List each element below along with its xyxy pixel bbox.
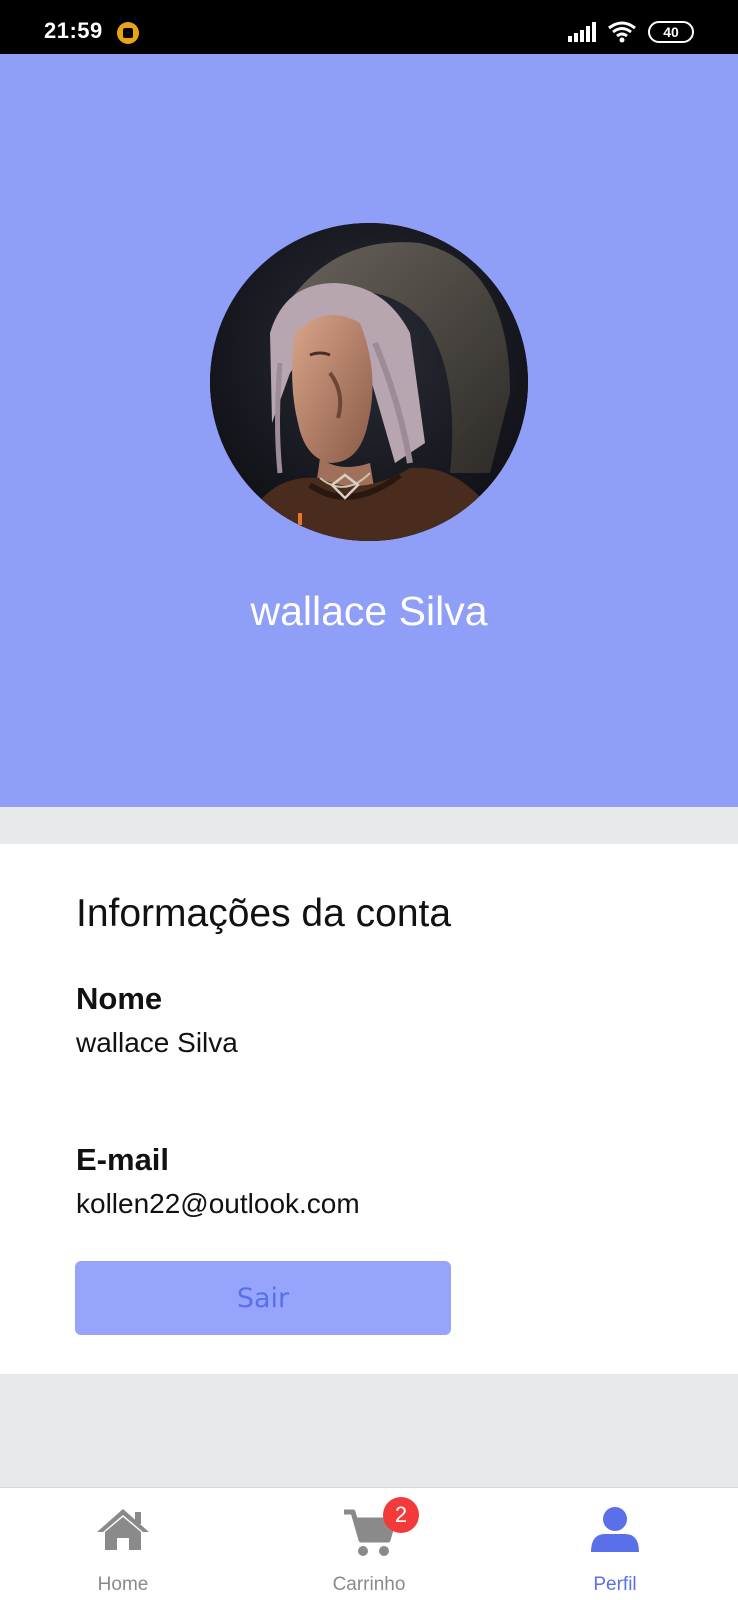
profile-name: wallace Silva (250, 588, 488, 634)
battery-icon: 40 (648, 21, 694, 43)
status-icons: 40 (568, 20, 694, 44)
email-label: E-mail (76, 1142, 170, 1177)
signal-icon (568, 22, 596, 42)
nav-label-home: Home (97, 1574, 149, 1595)
nav-item-cart[interactable]: 2 Carrinho (289, 1488, 449, 1600)
wifi-icon (608, 21, 636, 43)
cart-badge: 2 (383, 1497, 419, 1533)
name-label: Nome (76, 981, 163, 1016)
nav-item-home[interactable]: Home (43, 1488, 203, 1600)
nav-label-cart: Carrinho (332, 1574, 406, 1595)
avatar-photo (210, 223, 528, 541)
app-notification-icon (117, 22, 139, 44)
nav-label-profile: Perfil (593, 1574, 637, 1595)
status-bar: 21:59 40 (0, 0, 738, 54)
logout-button[interactable]: Sair (75, 1261, 451, 1335)
battery-level: 40 (663, 24, 679, 40)
name-value: wallace Silva (76, 1027, 238, 1058)
profile-header: wallace Silva (0, 54, 738, 807)
bottom-nav: Home 2 Carrinho Perfil (0, 1487, 738, 1600)
section-title: Informações da conta (76, 892, 452, 935)
nav-item-profile[interactable]: Perfil (535, 1488, 695, 1600)
account-info-card: Informações da conta Nome wallace Silva … (0, 844, 738, 1374)
avatar (210, 223, 528, 541)
home-icon (97, 1509, 149, 1550)
email-value: kollen22@outlook.com (76, 1188, 360, 1219)
status-time: 21:59 (44, 18, 103, 43)
user-icon (591, 1507, 639, 1552)
